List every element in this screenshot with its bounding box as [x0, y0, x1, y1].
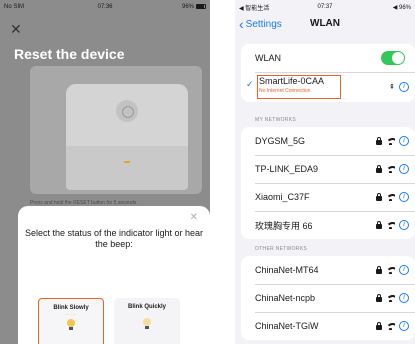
checkmark-icon: ✓ [246, 79, 254, 89]
wlan-group: WLAN ✓ SmartLife-0CAA No Internet Connec… [241, 44, 415, 102]
battery-indicator: 96% [181, 3, 206, 11]
info-icon[interactable]: i [399, 321, 409, 331]
navigation-bar: ‹ Settings WLAN [235, 16, 415, 36]
other-networks-header: OTHER NETWORKS [255, 246, 307, 252]
info-icon[interactable]: i [399, 192, 409, 202]
highlight-box [257, 75, 341, 99]
power-button-icon [116, 100, 138, 122]
current-network-row[interactable]: ✓ SmartLife-0CAA No Internet Connection … [241, 72, 415, 102]
option-label: Blink Slowly [53, 305, 89, 311]
device-top [66, 84, 188, 146]
option-blink-slowly[interactable]: Blink Slowly ` ˙ ´ [38, 298, 104, 344]
wifi-icon [386, 322, 395, 330]
wifi-icon [386, 193, 395, 201]
network-name: ChinaNet-ncpb [255, 293, 316, 303]
network-name: Xiaomi_C37F [255, 192, 310, 202]
network-row[interactable]: 玫瑰胸专用 66 i [241, 211, 415, 239]
network-row[interactable]: TP-LINK_EDA9 i [241, 155, 415, 183]
network-row[interactable]: ChinaNet-ncpb i [241, 284, 415, 312]
time-label: 07:36 [97, 4, 113, 10]
lock-icon [376, 265, 382, 274]
network-name: 玫瑰胸专用 66 [255, 220, 313, 231]
close-icon[interactable]: ✕ [10, 22, 22, 36]
carrier-label: ◀ 智能生活 [239, 5, 270, 12]
network-name: TP-LINK_EDA9 [255, 164, 319, 174]
lock-icon [376, 136, 382, 145]
lightbulb-glowing-icon: ` ˙ ´ [66, 315, 76, 333]
options-group: Blink Slowly ` ˙ ´ Blink Quickly [38, 298, 208, 344]
network-name: DYGSM_5G [255, 136, 306, 146]
lock-icon [376, 192, 382, 201]
network-row[interactable]: Xiaomi_C37F i [241, 183, 415, 211]
wifi-icon [386, 221, 395, 229]
battery-icon [196, 3, 206, 9]
my-networks-group: DYGSM_5G i TP-LINK_EDA9 i Xiaomi_C37F i … [241, 127, 415, 239]
network-row[interactable]: DYGSM_5G i [241, 127, 415, 155]
info-icon[interactable]: i [399, 164, 409, 174]
device-body [66, 84, 188, 190]
network-name: ChinaNet-MT64 [255, 265, 319, 275]
connection-status-icon: ⇞ [389, 84, 395, 91]
network-row[interactable]: ChinaNet-MT64 i [241, 256, 415, 284]
info-icon[interactable]: i [399, 265, 409, 275]
lightbulb-icon [142, 318, 152, 332]
sheet-close-icon[interactable]: ✕ [190, 212, 198, 223]
carrier-label: No SIM [4, 4, 25, 10]
info-icon[interactable]: i [399, 136, 409, 146]
info-icon[interactable]: i [399, 293, 409, 303]
lock-icon [376, 321, 382, 330]
sheet-prompt: Select the status of the indicator light… [24, 228, 204, 249]
lock-icon [376, 220, 382, 229]
wlan-toggle-row: WLAN [241, 44, 415, 72]
wifi-icon [386, 165, 395, 173]
my-networks-header: MY NETWORKS [255, 117, 296, 123]
wlan-toggle[interactable] [381, 51, 405, 65]
other-networks-group: ChinaNet-MT64 i ChinaNet-ncpb i ChinaNet… [241, 256, 415, 340]
battery-label: 96% [181, 4, 194, 11]
indicator-status-sheet: ✕ Select the status of the indicator lig… [18, 206, 210, 344]
option-label: Blink Quickly [127, 304, 166, 310]
network-row[interactable]: ChinaNet-TGiW i [241, 312, 415, 340]
right-phone-screen: ◀ 智能生活 07:37 ◀ 96% ‹ Settings WLAN WLAN … [235, 0, 415, 344]
indicator-light-icon [124, 161, 130, 163]
lock-icon [376, 293, 382, 302]
left-phone-screen: No SIM 07:36 96% ✕ Reset the device Pres… [0, 0, 210, 344]
info-icon[interactable]: i [399, 220, 409, 230]
wlan-label: WLAN [255, 53, 282, 63]
wifi-icon [386, 294, 395, 302]
status-bar: ◀ 智能生活 07:37 ◀ 96% [235, 0, 415, 14]
network-name: ChinaNet-TGiW [255, 321, 319, 331]
info-icon[interactable]: i [399, 82, 409, 92]
battery-label: ◀ 96% [392, 4, 411, 11]
option-blink-quickly[interactable]: Blink Quickly [114, 298, 180, 344]
wifi-icon [386, 137, 395, 145]
device-illustration [30, 66, 202, 194]
lock-icon [376, 164, 382, 173]
wifi-icon [386, 266, 395, 274]
status-bar: No SIM 07:36 96% [0, 0, 210, 14]
page-title: Reset the device [14, 46, 125, 62]
page-title: WLAN [310, 18, 340, 29]
